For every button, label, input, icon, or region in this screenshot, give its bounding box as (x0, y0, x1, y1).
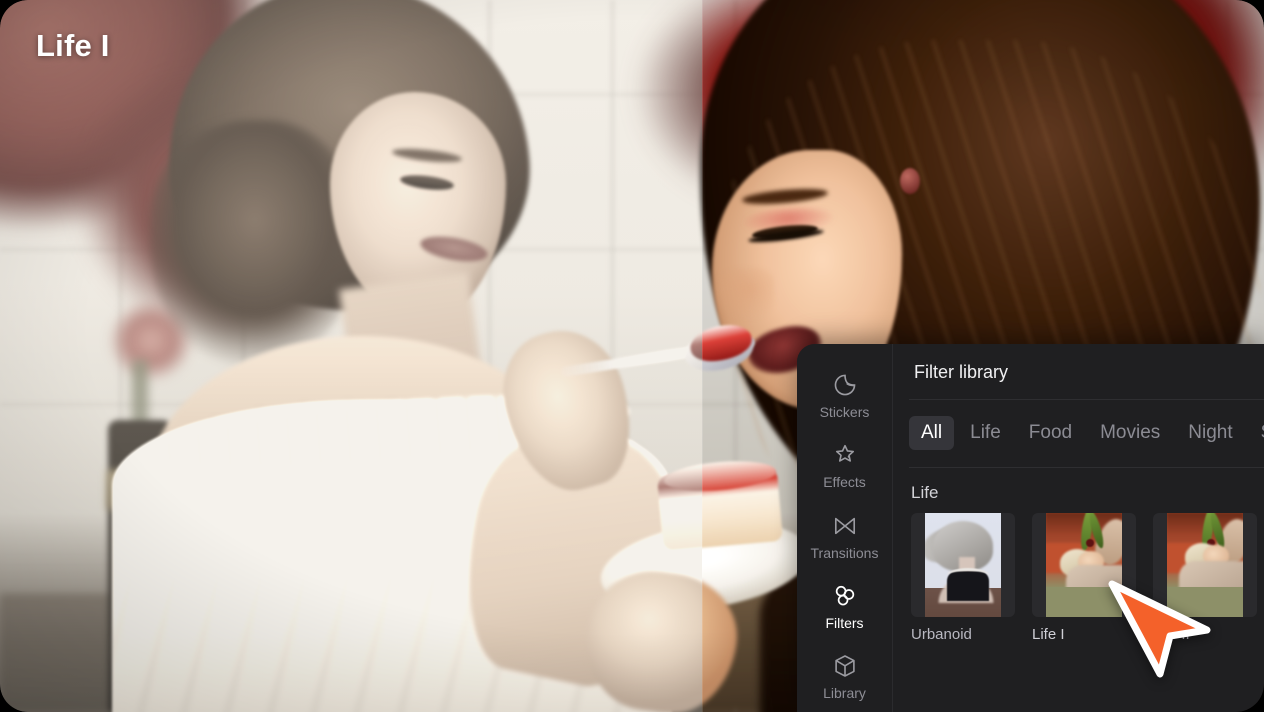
applied-filter-label: Life I (36, 28, 110, 63)
filters-circles-icon (832, 583, 858, 609)
filter-thumb-preview (911, 512, 1015, 617)
sparkle-star-icon (832, 442, 858, 468)
sidebar-item-transitions[interactable]: Transitions (797, 501, 893, 571)
sidebar-item-effects[interactable]: Effects (797, 430, 893, 500)
filter-thumb-urbanoid[interactable]: Urbanoid (911, 512, 1015, 642)
filter-thumbnail-list: Urbanoid Life I Life II (893, 501, 1264, 642)
filter-library-panel: Stickers Effects Transitions Filters Lib… (797, 344, 1264, 712)
filter-category-tabs: All Life Food Movies Night S (893, 400, 1264, 450)
filter-thumb-label: Life I (1032, 625, 1065, 642)
transitions-bowtie-icon (832, 513, 858, 539)
tab-life[interactable]: Life (958, 416, 1013, 450)
filter-thumb-life-i[interactable]: Life I (1032, 512, 1136, 642)
sidebar-item-label: Stickers (819, 403, 870, 420)
sidebar-item-filters[interactable]: Filters (797, 571, 893, 641)
sidebar-item-label: Filters (825, 614, 864, 631)
filter-thumb-label: Life II (1153, 625, 1190, 642)
tab-food[interactable]: Food (1017, 416, 1084, 450)
sidebar-item-stickers[interactable]: Stickers (797, 360, 893, 430)
sidebar-item-label: Transitions (810, 544, 879, 561)
tab-night[interactable]: Night (1176, 416, 1244, 450)
video-editor-window: Life I Stickers Effects Transitions Filt… (0, 0, 1264, 712)
filter-thumb-preview (1153, 512, 1257, 617)
filter-thumb-preview (1032, 512, 1136, 617)
sticker-icon (832, 372, 858, 398)
editor-tool-rail: Stickers Effects Transitions Filters Lib… (797, 344, 893, 712)
tab-all[interactable]: All (909, 416, 955, 450)
filter-group-title: Life (911, 482, 939, 502)
filter-library-content: Filter library All Life Food Movies Nigh… (893, 344, 1264, 712)
before-after-split-handle[interactable] (702, 0, 703, 712)
sidebar-item-label: Effects (823, 474, 866, 491)
panel-title: Filter library (914, 362, 1009, 382)
filter-thumb-life-ii[interactable]: Life II (1153, 512, 1257, 642)
sidebar-item-library[interactable]: Library (797, 642, 893, 712)
tab-movies[interactable]: Movies (1088, 416, 1172, 450)
filter-thumb-label: Urbanoid (911, 625, 972, 642)
tab-partial-next[interactable]: S (1249, 416, 1264, 450)
sidebar-item-label: Library (823, 685, 866, 702)
library-cube-icon (832, 653, 858, 679)
